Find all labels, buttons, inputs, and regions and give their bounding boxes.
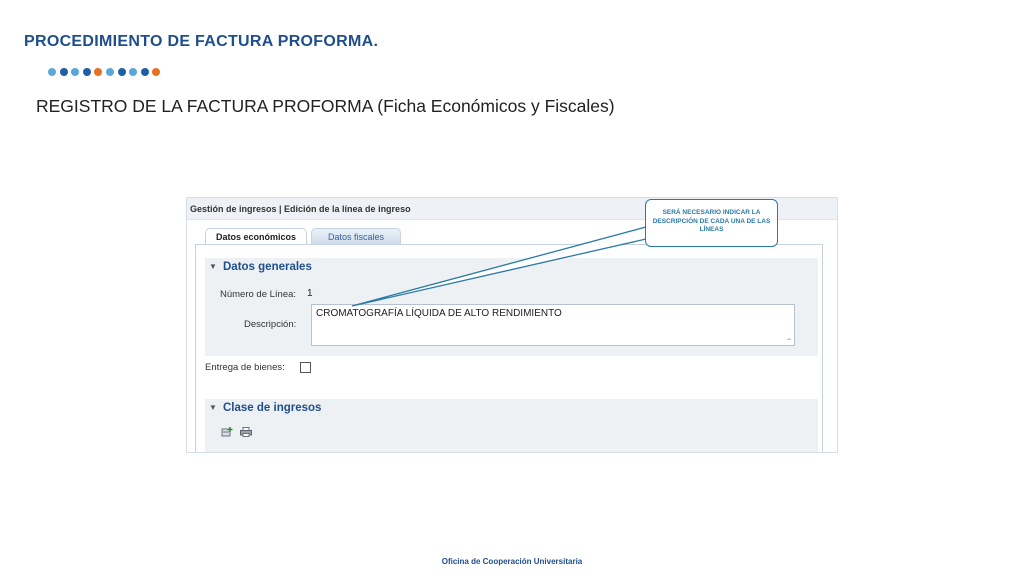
- decorative-dot: [117, 68, 126, 76]
- decorative-dot: [82, 68, 91, 76]
- tab-datos-economicos[interactable]: Datos económicos: [205, 228, 307, 244]
- resize-handle-icon[interactable]: ∸: [786, 336, 792, 344]
- decorative-dot: [59, 68, 68, 76]
- callout-note: SERÁ NECESARIO INDICAR LA DESCRIPCIÓN DE…: [645, 199, 778, 247]
- chevron-down-icon[interactable]: ▼: [209, 403, 219, 412]
- section-header-datos-generales[interactable]: ▼ Datos generales: [209, 261, 312, 273]
- slide-footer: Oficina de Cooperación Universitaria: [441, 557, 583, 566]
- print-icon[interactable]: [240, 427, 252, 437]
- decorative-dot: [106, 68, 114, 76]
- decorative-dot: [48, 68, 56, 76]
- section-title: Clase de ingresos: [223, 402, 322, 414]
- slide-subtitle: REGISTRO DE LA FACTURA PROFORMA (Ficha E…: [36, 96, 615, 116]
- decorative-dot: [94, 68, 103, 76]
- slide-title: PROCEDIMIENTO DE FACTURA PROFORMA.: [24, 33, 379, 50]
- numero-linea-label: Número de Línea:: [220, 289, 297, 300]
- add-row-icon[interactable]: [221, 427, 233, 437]
- descripcion-label: Descripción:: [244, 319, 297, 330]
- decorative-dot: [140, 68, 149, 76]
- decorative-dot: [129, 68, 138, 76]
- descripcion-text: CROMATOGRAFÍA LÍQUIDA DE ALTO RENDIMIENT…: [316, 308, 562, 319]
- decorative-dot: [71, 68, 80, 76]
- tab-datos-fiscales[interactable]: Datos fiscales: [311, 228, 401, 244]
- entrega-bienes-checkbox[interactable]: [300, 362, 311, 373]
- section-header-clase-ingresos[interactable]: ▼ Clase de ingresos: [209, 402, 321, 414]
- window-title: Gestión de ingresos | Edición de la líne…: [190, 204, 411, 214]
- descripcion-textarea[interactable]: CROMATOGRAFÍA LÍQUIDA DE ALTO RENDIMIENT…: [311, 304, 795, 346]
- chevron-down-icon[interactable]: ▼: [209, 262, 219, 271]
- numero-linea-value: 1: [307, 288, 313, 299]
- section-clase-ingresos: ▼ Clase de ingresos: [205, 399, 818, 452]
- decorative-dot: [152, 68, 161, 76]
- entrega-bienes-label: Entrega de bienes:: [205, 362, 285, 373]
- section-title: Datos generales: [223, 261, 312, 273]
